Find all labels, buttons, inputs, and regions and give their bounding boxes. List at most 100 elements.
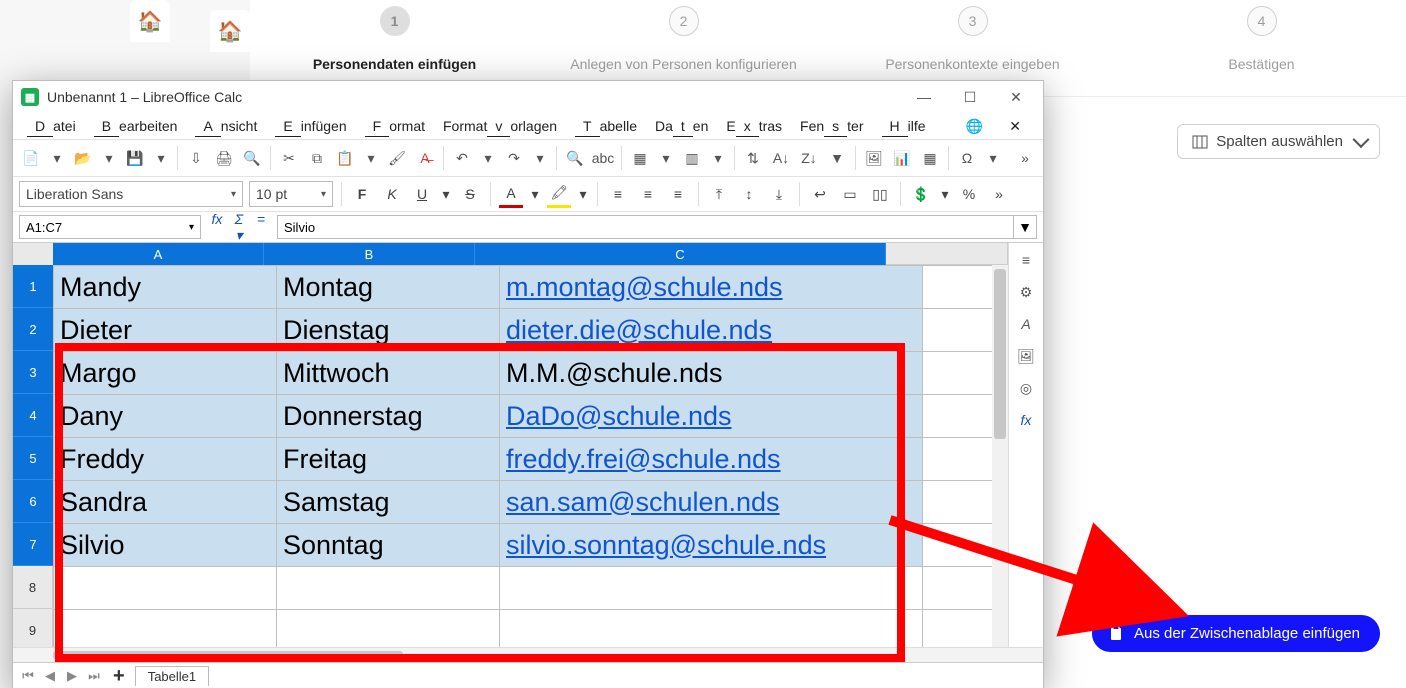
cell-C6[interactable]: san.sam@schulen.nds: [500, 481, 923, 524]
menu-fenster[interactable]: Fenster: [792, 116, 871, 136]
col-header-B[interactable]: B: [264, 243, 475, 265]
col-header-A[interactable]: A: [53, 243, 264, 265]
valign-top-icon[interactable]: ⤒: [707, 182, 731, 206]
equals-icon[interactable]: =: [253, 211, 269, 244]
menu-einfuegen[interactable]: Einfügen: [267, 116, 354, 136]
sort-desc-icon[interactable]: Z↓: [797, 146, 821, 170]
cell-C8[interactable]: [500, 567, 923, 610]
italic-icon[interactable]: K: [380, 182, 404, 206]
minimize-button[interactable]: —: [901, 81, 947, 113]
select-all-corner[interactable]: [13, 243, 54, 266]
print-preview-icon[interactable]: 🔍: [240, 146, 264, 170]
image-icon[interactable]: 🖼: [862, 146, 886, 170]
titlebar[interactable]: ▦ Unbenannt 1 – LibreOffice Calc — ☐ ✕: [13, 81, 1043, 113]
formula-input[interactable]: Silvio: [277, 215, 1014, 239]
row-header-8[interactable]: 8: [13, 566, 53, 609]
new-doc-icon[interactable]: 📄: [19, 146, 43, 170]
row-header-6[interactable]: 6: [13, 480, 53, 523]
sidebar-properties-icon[interactable]: ⚙: [1015, 281, 1037, 303]
cell-A1[interactable]: Mandy: [54, 266, 277, 309]
cell-B5[interactable]: Freitag: [277, 438, 500, 481]
row-header-1[interactable]: 1: [13, 265, 53, 308]
font-size-combo[interactable]: 10 pt▾: [249, 181, 333, 207]
print-icon[interactable]: 🖨: [212, 146, 236, 170]
sidebar-functions-icon[interactable]: fx: [1015, 409, 1037, 431]
function-wizard-icon[interactable]: fx: [209, 211, 225, 244]
sheet-first-icon[interactable]: ⏮: [19, 668, 37, 684]
cell-A9[interactable]: [54, 610, 277, 648]
horizontal-scrollbar[interactable]: [13, 647, 1043, 662]
close-button[interactable]: ✕: [993, 81, 1039, 113]
cell-C5[interactable]: freddy.frei@schule.nds: [500, 438, 923, 481]
sidebar-navigator-icon[interactable]: ◎: [1015, 377, 1037, 399]
sheet-next-icon[interactable]: ▶: [63, 668, 81, 684]
cell-B6[interactable]: Samstag: [277, 481, 500, 524]
menu-daten[interactable]: Daten: [647, 116, 716, 136]
sort-asc-icon[interactable]: A↓: [769, 146, 793, 170]
cell-A6[interactable]: Sandra: [54, 481, 277, 524]
step-1[interactable]: 1 Personendaten einfügen: [250, 6, 539, 72]
valign-bot-icon[interactable]: ⤓: [767, 182, 791, 206]
cell-C2[interactable]: dieter.die@schule.nds: [500, 309, 923, 352]
row-dd[interactable]: ▾: [656, 146, 676, 170]
sheet-tab-1[interactable]: Tabelle1: [135, 666, 209, 686]
align-right-icon[interactable]: ≡: [666, 182, 690, 206]
underline-icon[interactable]: U: [410, 182, 434, 206]
font-color-icon[interactable]: A: [499, 181, 523, 208]
cell-B7[interactable]: Sonntag: [277, 524, 500, 567]
align-center-icon[interactable]: ≡: [636, 182, 660, 206]
menu-extras[interactable]: Extras: [718, 116, 790, 136]
export-pdf-icon[interactable]: ⇩: [184, 146, 208, 170]
menu-bearbeiten[interactable]: Bearbeiten: [86, 116, 186, 136]
highlight-icon[interactable]: 🖍: [547, 181, 571, 208]
open-dropdown[interactable]: ▾: [99, 146, 119, 170]
cell-B9[interactable]: [277, 610, 500, 648]
align-left-icon[interactable]: ≡: [606, 182, 630, 206]
menu-tabelle[interactable]: Tabelle: [567, 116, 645, 136]
spellcheck-icon[interactable]: abc: [591, 146, 615, 170]
toolbar-overflow-icon[interactable]: »: [1013, 146, 1037, 170]
currency-icon[interactable]: 💲: [909, 182, 933, 206]
cell-B2[interactable]: Dienstag: [277, 309, 500, 352]
merge-icon[interactable]: ▭: [838, 182, 862, 206]
sidebar-menu-icon[interactable]: ≡: [1015, 249, 1037, 271]
cell-C9[interactable]: [500, 610, 923, 648]
paste-dropdown[interactable]: ▾: [361, 146, 381, 170]
menu-formatvorlagen[interactable]: Formatvorlagen: [435, 116, 565, 136]
cell-C3[interactable]: M.M.@schule.nds: [500, 352, 923, 395]
maximize-button[interactable]: ☐: [947, 81, 993, 113]
cell-B4[interactable]: Donnerstag: [277, 395, 500, 438]
row-header-7[interactable]: 7: [13, 523, 53, 566]
cell-A7[interactable]: Silvio: [54, 524, 277, 567]
row-header-9[interactable]: 9: [13, 609, 53, 647]
find-icon[interactable]: 🔍: [563, 146, 587, 170]
paste-from-clipboard-button[interactable]: Aus der Zwischenablage einfügen: [1092, 615, 1380, 652]
name-box[interactable]: A1:C7▾: [19, 215, 201, 239]
columns-select-button[interactable]: Spalten auswählen: [1177, 124, 1380, 159]
step-3[interactable]: 3 Personenkontexte eingeben: [828, 6, 1117, 72]
redo-dropdown[interactable]: ▾: [530, 146, 550, 170]
open-icon[interactable]: 📂: [71, 146, 95, 170]
fc-dd[interactable]: ▾: [529, 182, 541, 206]
sheet-prev-icon[interactable]: ◀: [41, 668, 59, 684]
save-dropdown[interactable]: ▾: [151, 146, 171, 170]
add-sheet-icon[interactable]: +: [107, 665, 131, 688]
clone-format-icon[interactable]: 🖌: [385, 146, 409, 170]
menu-ansicht[interactable]: Ansicht: [187, 116, 265, 136]
undo-dropdown[interactable]: ▾: [478, 146, 498, 170]
percent-icon[interactable]: %: [957, 182, 981, 206]
row-header-3[interactable]: 3: [13, 351, 53, 394]
sheet-last-icon[interactable]: ⏭: [85, 668, 103, 684]
home-tab-2[interactable]: 🏠: [210, 10, 250, 52]
cell-C4[interactable]: DaDo@schule.nds: [500, 395, 923, 438]
globe-icon[interactable]: 🌐: [958, 116, 991, 137]
font-name-combo[interactable]: Liberation Sans▾: [19, 181, 243, 207]
menu-datei[interactable]: Datei: [19, 116, 84, 136]
new-doc-dropdown[interactable]: ▾: [47, 146, 67, 170]
cell-A5[interactable]: Freddy: [54, 438, 277, 481]
valign-mid-icon[interactable]: ↕: [737, 182, 761, 206]
u-dd[interactable]: ▾: [440, 182, 452, 206]
row-header-2[interactable]: 2: [13, 308, 53, 351]
save-icon[interactable]: 💾: [123, 146, 147, 170]
cell-B1[interactable]: Montag: [277, 266, 500, 309]
